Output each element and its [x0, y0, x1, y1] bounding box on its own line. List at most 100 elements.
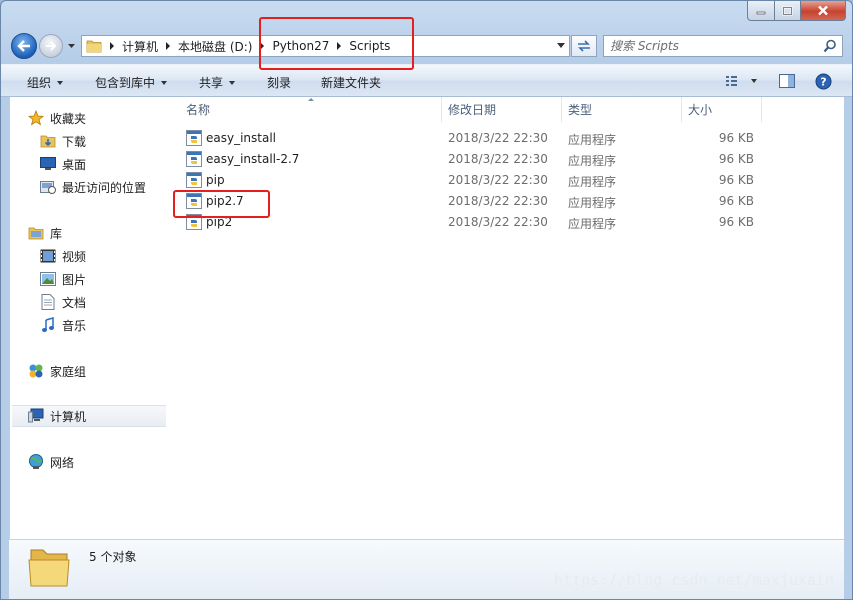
sidebar-item-favorites[interactable]: 收藏夹: [28, 107, 166, 129]
chevron-down-icon: [751, 79, 757, 83]
star-icon: [28, 110, 44, 126]
new-folder-button[interactable]: 新建文件夹: [321, 74, 381, 91]
maximize-button[interactable]: [775, 1, 801, 21]
maximize-icon: [782, 6, 793, 15]
column-header-label: 名称: [186, 103, 211, 117]
help-icon: ?: [815, 73, 831, 89]
column-header-label: 类型: [568, 103, 593, 117]
address-dropdown-icon[interactable]: [557, 43, 565, 48]
sidebar-item-label: 桌面: [62, 157, 87, 172]
column-header-type[interactable]: 类型: [562, 97, 682, 122]
search-input[interactable]: [610, 38, 810, 54]
arrow-left-icon: [17, 40, 30, 52]
file-name: easy_install: [206, 131, 277, 145]
file-row[interactable]: easy_install-2.7 2018/3/22 22:30 应用程序 96 KB: [178, 149, 758, 170]
sidebar-item-downloads[interactable]: 下载: [40, 130, 166, 152]
new-folder-label: 新建文件夹: [321, 76, 382, 90]
share-button[interactable]: 共享: [199, 74, 236, 91]
file-row[interactable]: pip2.7 2018/3/22 22:30 应用程序 96 KB: [178, 191, 758, 212]
sidebar-item-network[interactable]: 网络: [28, 451, 166, 473]
main-area: 收藏夹 下载 桌面 最近访问的位置 库 视频 图片 文档 音乐 家庭组 计算机 …: [9, 97, 844, 539]
organize-label: 组织: [27, 76, 52, 90]
file-name: pip: [206, 173, 225, 187]
chevron-down-icon: [67, 43, 75, 48]
breadcrumb-scripts[interactable]: Scripts: [349, 39, 390, 53]
include-in-library-button[interactable]: 包含到库中: [95, 74, 168, 91]
file-type: 应用程序: [568, 154, 617, 168]
sidebar-item-homegroup[interactable]: 家庭组: [28, 360, 166, 382]
recent-places-icon: [40, 181, 56, 194]
search-icon[interactable]: [823, 39, 837, 53]
organize-button[interactable]: 组织: [27, 74, 64, 91]
file-row[interactable]: pip 2018/3/22 22:30 应用程序 96 KB: [178, 170, 758, 191]
burn-button[interactable]: 刻录: [267, 74, 291, 91]
column-header-size[interactable]: 大小: [682, 97, 762, 122]
burn-label: 刻录: [267, 76, 292, 90]
sidebar-item-pictures[interactable]: 图片: [40, 268, 166, 290]
downloads-folder-icon: [40, 135, 56, 148]
sidebar-item-documents[interactable]: 文档: [40, 291, 166, 313]
minimize-button[interactable]: [747, 1, 775, 21]
sidebar-item-label: 收藏夹: [50, 111, 87, 126]
column-header-name[interactable]: 名称: [178, 97, 442, 122]
file-row[interactable]: pip2 2018/3/22 22:30 应用程序 96 KB: [178, 212, 758, 233]
file-row[interactable]: easy_install 2018/3/22 22:30 应用程序 96 KB: [178, 128, 758, 149]
file-date: 2018/3/22 22:30: [448, 215, 548, 229]
sidebar-item-label: 计算机: [50, 409, 87, 424]
python-file-icon: [186, 130, 202, 146]
file-date: 2018/3/22 22:30: [448, 173, 548, 187]
chevron-down-icon: [229, 80, 236, 85]
sidebar-item-videos[interactable]: 视频: [40, 245, 166, 267]
refresh-icon: [578, 40, 590, 52]
breadcrumb-separator[interactable]: [337, 42, 342, 50]
refresh-button[interactable]: [571, 35, 597, 57]
file-size: 96 KB: [718, 194, 754, 208]
file-size: 96 KB: [718, 131, 754, 145]
view-list-icon: [726, 76, 737, 86]
close-button[interactable]: [801, 1, 846, 21]
recent-pages-button[interactable]: [65, 41, 77, 51]
search-box: [603, 35, 843, 57]
file-type: 应用程序: [568, 217, 617, 231]
svg-text:?: ?: [820, 75, 826, 88]
sidebar-item-desktop[interactable]: 桌面: [40, 153, 166, 175]
file-size: 96 KB: [718, 173, 754, 187]
help-button[interactable]: ?: [813, 71, 833, 91]
folder-icon: [86, 40, 102, 53]
command-bar: 组织 包含到库中 共享 刻录 新建文件夹 ?: [1, 64, 852, 97]
breadcrumb-separator[interactable]: [166, 42, 171, 50]
music-icon: [42, 317, 54, 332]
forward-button[interactable]: [39, 34, 63, 58]
breadcrumb-computer[interactable]: 计算机: [122, 38, 158, 55]
sidebar-item-label: 家庭组: [50, 364, 87, 379]
preview-pane-button[interactable]: [777, 71, 797, 91]
sidebar-item-recent-places[interactable]: 最近访问的位置: [40, 176, 166, 198]
change-view-button[interactable]: [721, 71, 761, 91]
desktop-icon: [40, 157, 56, 170]
share-label: 共享: [199, 76, 224, 90]
file-type: 应用程序: [568, 175, 617, 189]
computer-icon: [28, 408, 44, 423]
sidebar-item-computer[interactable]: 计算机: [12, 405, 166, 427]
breadcrumb-separator[interactable]: [110, 42, 114, 50]
sidebar-item-libraries[interactable]: 库: [28, 222, 166, 244]
sidebar-item-music[interactable]: 音乐: [40, 314, 166, 336]
minimize-icon: [756, 11, 766, 14]
address-bar[interactable]: 计算机 本地磁盘 (D:) Python27 Scripts: [81, 35, 570, 57]
file-type: 应用程序: [568, 196, 617, 210]
back-button[interactable]: [11, 33, 37, 59]
breadcrumb-local-disk[interactable]: 本地磁盘 (D:): [178, 38, 252, 55]
column-header-label: 修改日期: [448, 103, 497, 117]
folder-icon: [28, 549, 70, 587]
sidebar-item-label: 库: [50, 226, 63, 241]
column-header-date[interactable]: 修改日期: [442, 97, 562, 122]
python-file-icon: [186, 214, 202, 230]
navigation-pane: 收藏夹 下载 桌面 最近访问的位置 库 视频 图片 文档 音乐 家庭组 计算机 …: [10, 97, 169, 539]
sidebar-item-label: 音乐: [62, 318, 87, 333]
library-icon: [28, 227, 44, 240]
explorer-window: 计算机 本地磁盘 (D:) Python27 Scripts 组织 包含到库中 …: [0, 0, 853, 600]
breadcrumb-separator[interactable]: [260, 42, 265, 50]
file-size: 96 KB: [718, 215, 754, 229]
watermark: https://blog.csdn.net/maxjuxain: [554, 571, 834, 589]
breadcrumb-python27[interactable]: Python27: [272, 39, 329, 53]
